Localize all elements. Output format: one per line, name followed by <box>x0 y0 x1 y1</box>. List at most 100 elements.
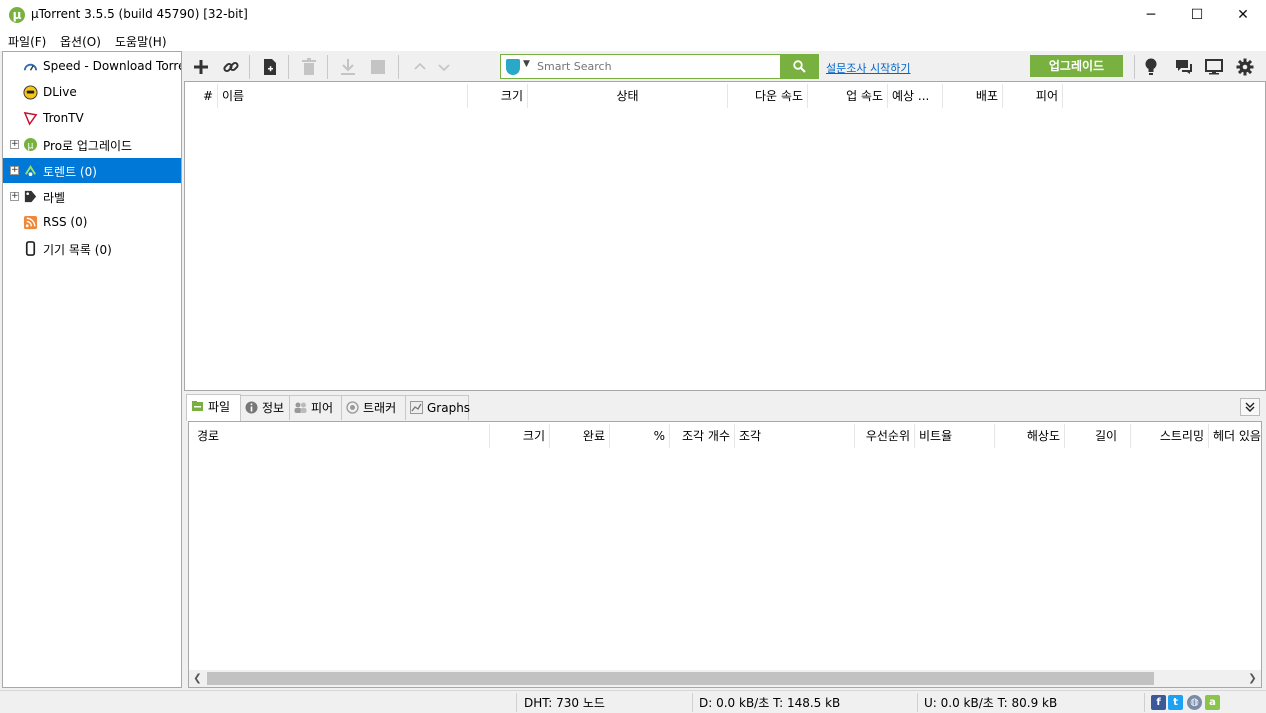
column-header-size[interactable]: 크기 <box>468 84 528 108</box>
settings-button[interactable] <box>1232 54 1258 80</box>
sidebar-item-trontv[interactable]: TronTV <box>3 106 181 131</box>
trontv-icon <box>23 111 38 126</box>
sidebar-item-label: DLive <box>43 85 77 99</box>
scroll-right-icon[interactable]: ❯ <box>1244 670 1261 687</box>
facebook-icon[interactable]: f <box>1151 695 1166 710</box>
globe-icon[interactable]: ◍ <box>1187 695 1202 710</box>
column-header-piece-count[interactable]: 조각 개수 <box>670 424 735 448</box>
survey-link[interactable]: 설문조사 시작하기 <box>826 60 910 76</box>
torrent-list[interactable]: # 이름 크기 상태 다운 속도 업 속도 예상 ... 배포 피어 <box>184 81 1266 391</box>
maximize-button[interactable]: ☐ <box>1174 0 1220 30</box>
link-icon <box>223 61 239 73</box>
add-url-button[interactable] <box>218 54 244 80</box>
sidebar-item-label: Pro로 업그레이드 <box>43 139 133 153</box>
twitter-icon[interactable]: t <box>1168 695 1183 710</box>
file-list[interactable]: 경로 크기 완료 % 조각 개수 조각 우선순위 비트율 해상도 길이 스트리밍… <box>188 421 1262 688</box>
android-icon[interactable]: a <box>1205 695 1220 710</box>
tab-label: 피어 <box>311 401 334 415</box>
start-download-button[interactable] <box>335 54 361 80</box>
column-header-path[interactable]: 경로 <box>193 424 490 448</box>
gear-icon <box>1236 58 1254 76</box>
expand-icon[interactable]: + <box>10 166 19 175</box>
column-header-status[interactable]: 상태 <box>528 84 728 108</box>
search-input[interactable] <box>537 58 777 75</box>
tab-label: Graphs <box>427 401 471 415</box>
collapse-panel-button[interactable] <box>1240 398 1260 416</box>
tab-files[interactable]: 파일 <box>186 394 241 421</box>
column-header-down-speed[interactable]: 다운 속도 <box>728 84 808 108</box>
column-header-peers[interactable]: 피어 <box>1003 84 1063 108</box>
sidebar-item-rss[interactable]: RSS (0) <box>3 210 181 235</box>
column-header-name[interactable]: 이름 <box>218 84 468 108</box>
column-header-priority[interactable]: 우선순위 <box>855 424 915 448</box>
svg-text:µ: µ <box>28 140 34 151</box>
menu-help[interactable]: 도움말(H) <box>115 33 167 50</box>
column-header-duration[interactable]: 길이 <box>1065 424 1131 448</box>
info-icon <box>245 401 258 414</box>
tab-trackers[interactable]: 트래커 <box>341 395 406 420</box>
stop-button[interactable] <box>365 54 391 80</box>
sidebar-item-dlive[interactable]: DLive <box>3 80 181 105</box>
column-header-number[interactable]: # <box>185 84 218 108</box>
column-header-up-speed[interactable]: 업 속도 <box>808 84 888 108</box>
remote-button[interactable] <box>1201 54 1227 80</box>
column-header-size[interactable]: 크기 <box>490 424 550 448</box>
sidebar-item-torrents[interactable]: + 토렌트 (0) <box>3 158 181 183</box>
expand-icon[interactable]: + <box>10 192 19 201</box>
minimize-button[interactable]: ─ <box>1128 0 1174 30</box>
scroll-left-icon[interactable]: ❮ <box>189 670 206 687</box>
rss-icon <box>23 215 38 230</box>
move-up-button[interactable] <box>407 54 433 80</box>
search-provider-icon[interactable] <box>506 59 520 75</box>
utorrent-logo-icon: µ <box>9 7 25 23</box>
utorrent-icon: µ <box>23 137 38 151</box>
create-torrent-button[interactable] <box>257 54 283 80</box>
download-status: D: 0.0 kB/초 T: 148.5 kB <box>699 696 841 710</box>
sidebar-item-label: RSS (0) <box>43 215 88 229</box>
horizontal-scrollbar[interactable]: ❮ ❯ <box>189 670 1261 687</box>
tab-peers[interactable]: 피어 <box>289 395 342 420</box>
chevron-up-icon <box>414 62 426 70</box>
smart-search-box: ▼ <box>500 54 781 79</box>
device-icon <box>25 241 36 256</box>
caret-down-icon[interactable]: ▼ <box>523 59 530 69</box>
sidebar-item-devices[interactable]: 기기 목록 (0) <box>3 236 181 261</box>
tab-info[interactable]: 정보 <box>240 395 290 420</box>
scrollbar-thumb[interactable] <box>207 672 1154 685</box>
expand-icon[interactable]: + <box>10 140 19 149</box>
column-header-done[interactable]: 완료 <box>550 424 610 448</box>
move-down-button[interactable] <box>431 54 457 80</box>
torrents-icon <box>25 164 36 177</box>
upgrade-button[interactable]: 업그레이드 <box>1030 55 1123 77</box>
tab-label: 파일 <box>208 400 231 414</box>
tab-label: 정보 <box>262 401 285 415</box>
add-torrent-button[interactable] <box>188 54 214 80</box>
sidebar: Speed - Download Torrent DLive TronTV + … <box>2 51 182 688</box>
chat-button[interactable] <box>1171 54 1197 80</box>
close-button[interactable]: ✕ <box>1220 0 1266 30</box>
column-header-resolution[interactable]: 해상도 <box>995 424 1065 448</box>
delete-button[interactable] <box>296 54 322 80</box>
sidebar-item-labels[interactable]: + 라벨 <box>3 184 181 209</box>
menu-file[interactable]: 파일(F) <box>8 33 46 50</box>
monitor-icon <box>1205 59 1223 75</box>
plus-icon <box>194 60 208 74</box>
column-header-pieces[interactable]: 조각 <box>735 424 855 448</box>
tips-button[interactable] <box>1138 54 1164 80</box>
column-header-streaming[interactable]: 스트리밍 <box>1131 424 1209 448</box>
files-icon <box>192 401 203 411</box>
sidebar-item-speed[interactable]: Speed - Download Torrent <box>3 54 181 79</box>
window-title: µTorrent 3.5.5 (build 45790) [32-bit] <box>31 7 248 21</box>
sidebar-item-upgrade-pro[interactable]: + µ Pro로 업그레이드 <box>3 132 181 157</box>
search-button[interactable] <box>780 54 819 79</box>
column-header-has-header[interactable]: 헤더 있음 <box>1209 424 1261 448</box>
column-header-seeds[interactable]: 배포 <box>943 84 1003 108</box>
chevron-down-icon <box>438 64 450 72</box>
column-header-percent[interactable]: % <box>610 424 670 448</box>
peers-icon <box>294 402 307 413</box>
tab-graphs[interactable]: Graphs <box>405 395 471 420</box>
speedometer-icon <box>23 63 38 71</box>
column-header-bitrate[interactable]: 비트율 <box>915 424 995 448</box>
menu-options[interactable]: 옵션(O) <box>60 33 101 50</box>
column-header-eta[interactable]: 예상 ... <box>888 84 943 108</box>
